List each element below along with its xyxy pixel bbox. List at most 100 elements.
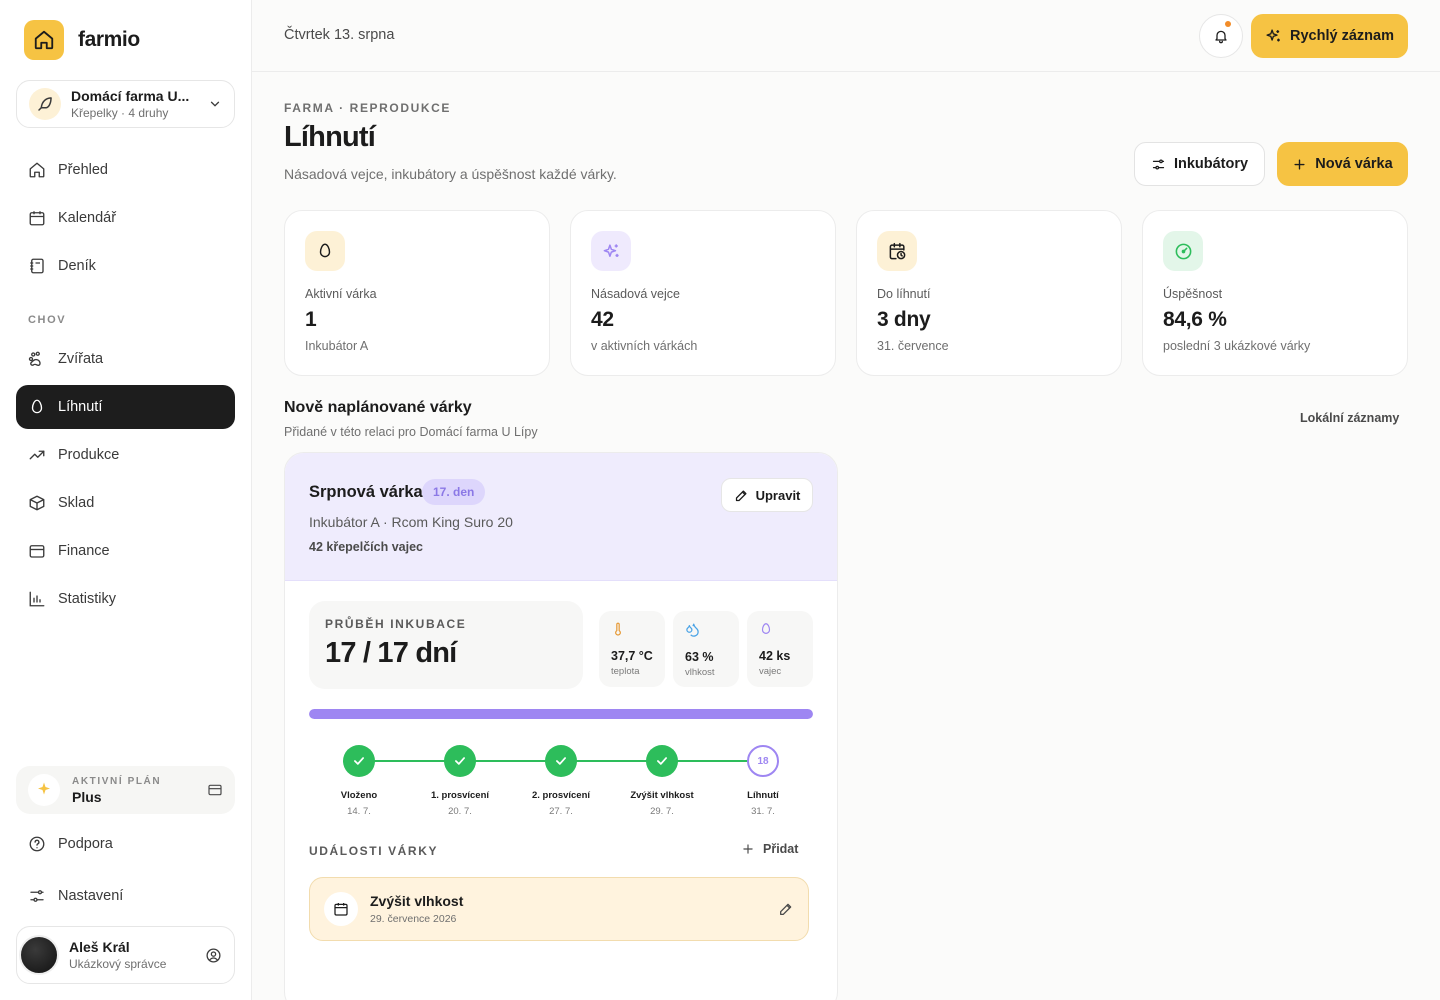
check-icon xyxy=(444,745,476,777)
breadcrumb: FARMA · REPRODUKCE xyxy=(284,101,452,115)
progress-label: PRŮBĚH INKUBACE xyxy=(325,617,467,631)
plan-name: Plus xyxy=(72,788,102,805)
user-name: Aleš Král xyxy=(69,939,130,955)
metric-value: 37,7 °C xyxy=(611,649,653,663)
chov-nav: Zvířata Líhnutí Produkce Sklad Finance S… xyxy=(16,337,235,625)
page-title: Líhnutí xyxy=(284,121,376,153)
timeline-step-prosviceni-2: 2. prosvícení 27. 7. xyxy=(516,743,606,817)
notifications-button[interactable] xyxy=(1199,14,1243,58)
farm-name: Domácí farma U... xyxy=(71,88,190,104)
plus-icon xyxy=(1294,158,1305,170)
step-label: 1. prosvícení xyxy=(430,790,490,801)
nav-label: Nastavení xyxy=(58,888,124,904)
notification-dot xyxy=(1225,21,1231,27)
calendar-clock-icon xyxy=(877,231,917,271)
step-date: 29. 7. xyxy=(650,806,674,817)
bottom-nav: Podpora Nastavení xyxy=(16,822,235,922)
trend-icon xyxy=(29,450,45,460)
user-role: Ukázkový správce xyxy=(69,957,167,971)
farm-switcher[interactable]: Domácí farma U... Křepelky · 4 druhy xyxy=(16,80,235,128)
section-subtitle: Přidané v této relaci pro Domácí farma U… xyxy=(284,425,538,439)
farm-subtitle: Křepelky · 4 druhy xyxy=(71,106,169,120)
nav-item-lihnuti[interactable]: Líhnutí xyxy=(16,385,235,429)
avatar xyxy=(19,935,59,975)
nav-label: Statistiky xyxy=(58,591,117,607)
user-circle-icon[interactable] xyxy=(205,947,222,964)
batch-card-header: Srpnová várka 17. den Upravit Inkubátor … xyxy=(285,453,837,581)
nav-item-podpora[interactable]: Podpora xyxy=(16,822,235,866)
quick-record-button[interactable]: Rychlý záznam xyxy=(1251,14,1408,58)
nav-item-nastaveni[interactable]: Nastavení xyxy=(16,874,235,918)
pencil-icon[interactable] xyxy=(778,901,794,917)
stat-value: 1 xyxy=(305,308,317,331)
quick-record-label: Rychlý záznam xyxy=(1290,28,1394,44)
step-date: 14. 7. xyxy=(347,806,371,817)
event-item[interactable]: Zvýšit vlhkost 29. července 2026 xyxy=(309,877,809,941)
stat-note: v aktivních várkách xyxy=(591,339,698,353)
sparkles-icon xyxy=(1266,28,1280,41)
nav-item-prehled[interactable]: Přehled xyxy=(16,148,235,192)
metric-label: vajec xyxy=(759,666,782,677)
egg-icon xyxy=(761,623,771,634)
nav-item-produkce[interactable]: Produkce xyxy=(16,433,235,477)
home-icon xyxy=(24,20,64,60)
calendar-icon xyxy=(29,211,45,226)
edit-batch-button[interactable]: Upravit xyxy=(721,478,813,512)
incubators-button[interactable]: Inkubátory xyxy=(1134,142,1265,186)
stat-note: poslední 3 ukázkové várky xyxy=(1163,339,1311,353)
bar-chart-icon xyxy=(29,591,45,607)
feather-icon xyxy=(29,88,61,120)
batch-incubator: Inkubátor A · Rcom King Suro 20 xyxy=(309,514,513,530)
main-nav: Přehled Kalendář Deník xyxy=(16,148,235,292)
brand[interactable]: farmio xyxy=(24,20,140,60)
timeline-step-lihnuti: 18 Líhnutí 31. 7. xyxy=(718,743,808,817)
local-records-link[interactable]: Lokální záznamy xyxy=(1300,411,1399,425)
progress-bar xyxy=(309,709,813,719)
bell-icon xyxy=(1215,30,1227,44)
stat-card-until-hatch: Do líhnutí 3 dny 31. července xyxy=(856,210,1122,376)
nav-item-kalendar[interactable]: Kalendář xyxy=(16,196,235,240)
nav-item-zvirata[interactable]: Zvířata xyxy=(16,337,235,381)
event-title: Zvýšit vlhkost xyxy=(370,893,464,909)
nav-label: Líhnutí xyxy=(58,399,103,415)
home-icon xyxy=(29,162,45,178)
new-batch-label: Nová várka xyxy=(1315,156,1393,172)
incubation-progress: PRŮBĚH INKUBACE 17 / 17 dní xyxy=(309,601,583,689)
batch-eggs: 42 křepelčích vajec xyxy=(309,540,423,554)
nav-item-finance[interactable]: Finance xyxy=(16,529,235,573)
new-batch-button[interactable]: Nová várka xyxy=(1277,142,1408,186)
timeline-step-vlhkost: Zvýšit vlhkost 29. 7. xyxy=(617,743,707,817)
batch-name: Srpnová várka xyxy=(309,483,423,501)
check-icon xyxy=(646,745,678,777)
stat-label: Úspěšnost xyxy=(1163,287,1223,301)
metric-humidity: 63 % vlhkost xyxy=(673,611,739,687)
nav-item-statistiky[interactable]: Statistiky xyxy=(16,577,235,621)
step-date: 20. 7. xyxy=(448,806,472,817)
user-card[interactable]: Aleš Král Ukázkový správce xyxy=(16,926,235,984)
nav-label: Sklad xyxy=(58,495,95,511)
stat-value: 84,6 % xyxy=(1163,308,1227,331)
step-marker: 18 xyxy=(747,745,779,777)
metric-value: 42 ks xyxy=(759,649,791,663)
metric-label: teplota xyxy=(611,666,640,677)
sidebar: farmio Domácí farma U... Křepelky · 4 dr… xyxy=(0,0,252,1000)
nav-label: Zvířata xyxy=(58,351,104,367)
timeline-step-vlozeno: Vloženo 14. 7. xyxy=(314,743,404,817)
metric-temperature: 37,7 °C teplota xyxy=(599,611,665,687)
stat-note: Inkubátor A xyxy=(305,339,369,353)
event-date: 29. července 2026 xyxy=(370,913,457,925)
topbar: Čtvrtek 13. srpna Rychlý záznam xyxy=(252,0,1440,72)
stat-value: 42 xyxy=(591,308,614,331)
pencil-icon xyxy=(735,490,747,501)
current-date: Čtvrtek 13. srpna xyxy=(284,27,395,43)
active-plan[interactable]: AKTIVNÍ PLÁN Plus xyxy=(16,766,235,814)
step-label: Vloženo xyxy=(340,790,378,801)
nav-label: Produkce xyxy=(58,447,120,463)
edit-label: Upravit xyxy=(755,487,801,503)
stat-label: Do líhnutí xyxy=(877,287,931,301)
progress-value: 17 / 17 dní xyxy=(325,637,457,669)
add-event-button[interactable]: Přidat xyxy=(741,842,798,856)
nav-item-denik[interactable]: Deník xyxy=(16,244,235,288)
help-icon xyxy=(29,836,45,852)
nav-item-sklad[interactable]: Sklad xyxy=(16,481,235,525)
